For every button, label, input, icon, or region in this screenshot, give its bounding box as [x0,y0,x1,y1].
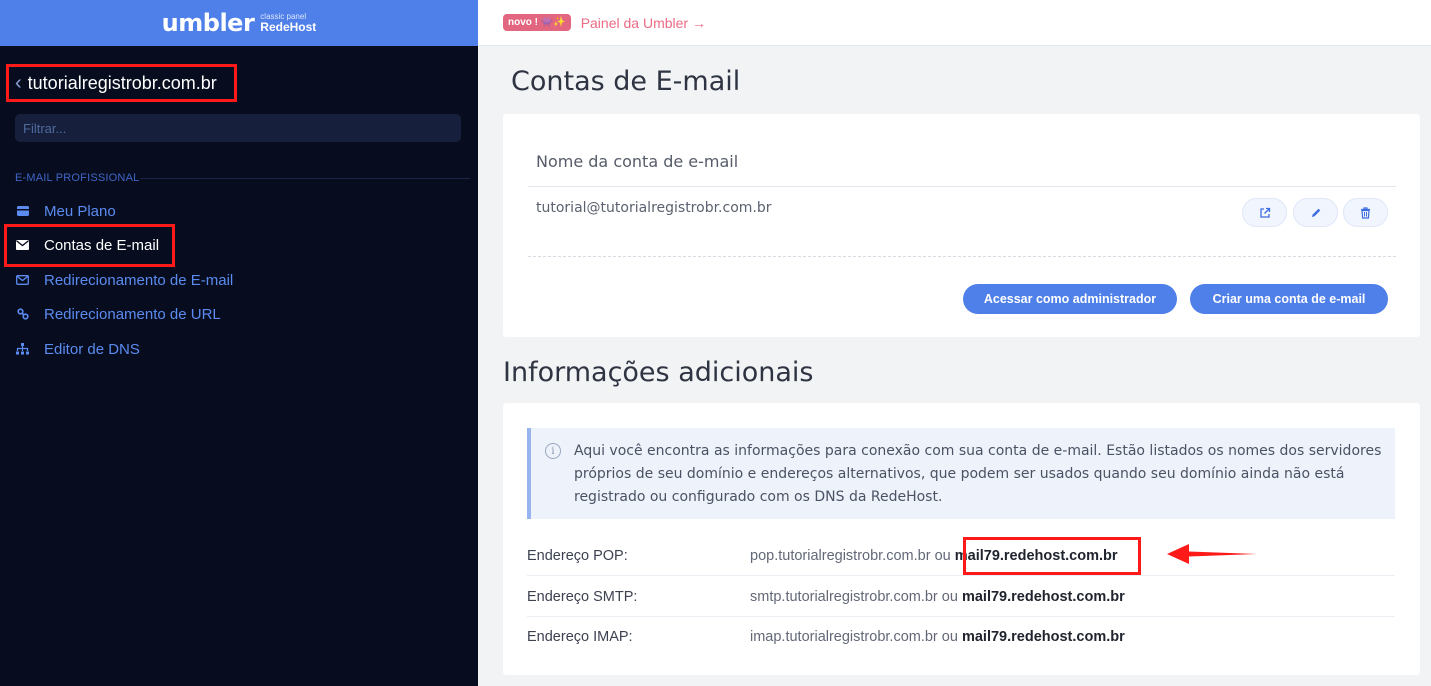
header-divider [528,186,1396,187]
smtp-or-text: ou [941,589,958,605]
pop-domain-host: pop.tutorialregistrobr.com.br [750,548,931,564]
create-email-account-button[interactable]: Criar uma conta de e-mail [1190,284,1388,314]
pop-label: Endereço POP: [527,548,628,564]
sidebar-item-redirecionamento-email[interactable]: Redirecionamento de E-mail [15,268,233,292]
edit-account-button[interactable] [1293,198,1338,227]
admin-access-button[interactable]: Acessar como administrador [963,284,1177,314]
pop-or-text: ou [934,548,951,564]
info-notice: i Aqui você encontra as informações para… [527,428,1395,519]
sidebar-item-editor-dns[interactable]: Editor de DNS [15,337,140,361]
chevron-left-icon[interactable]: ‹ [15,73,22,93]
sidebar-item-redirecionamento-url[interactable]: Redirecionamento de URL [15,302,221,326]
link-icon [15,308,30,320]
email-accounts-card: Nome da conta de e-mail tutorial@tutoria… [503,114,1420,337]
imap-value: imap.tutorialregistrobr.com.br ou mail79… [750,629,1125,645]
additional-info-title: Informações adicionais [503,357,814,388]
email-account-address: tutorial@tutorialregistrobr.com.br [536,200,772,216]
section-label: E-MAIL PROFISSIONAL [15,172,140,184]
annotation-highlight-box [963,537,1141,575]
topbar: novo ! 👾✨ Painel da Umbler → [478,0,1431,46]
card-icon [15,206,30,216]
sidebar-item-label: Editor de DNS [44,340,140,358]
sidebar-item-contas-de-email[interactable]: Contas de E-mail [15,233,159,257]
trash-icon [1361,206,1370,219]
sidebar-item-label: Contas de E-mail [44,236,160,254]
smtp-alt-host: mail79.redehost.com.br [961,589,1125,605]
pencil-icon [1311,208,1320,217]
sidebar-item-label: Meu Plano [44,202,116,220]
umbler-panel-link[interactable]: Painel da Umbler → [581,15,706,31]
sidebar-item-label: Redirecionamento de URL [44,305,221,323]
novo-badge[interactable]: novo ! 👾✨ [503,14,571,31]
smtp-domain-host: smtp.tutorialregistrobr.com.br [750,589,938,605]
domain-header[interactable]: ‹ tutorialregistrobr.com.br [6,64,237,102]
sitemap-icon [15,343,30,355]
annotation-arrow-icon [1167,544,1257,564]
section-divider [140,178,470,179]
brand-redehost-label: RedeHost [260,20,317,34]
info-icon: i [545,443,561,459]
smtp-label: Endereço SMTP: [527,589,638,605]
smtp-address-row: Endereço SMTP: smtp.tutorialregistrobr.c… [527,577,1395,617]
open-webmail-button[interactable] [1242,198,1287,227]
delete-account-button[interactable] [1343,198,1388,227]
umbler-logo[interactable]: umbler [162,9,255,37]
page-title: Contas de E-mail [511,66,741,97]
filter-input[interactable] [15,114,461,142]
external-link-icon [1259,207,1270,218]
sidebar-item-label: Redirecionamento de E-mail [44,271,234,289]
pop-address-row: Endereço POP: pop.tutorialregistrobr.com… [527,536,1395,576]
sidebar-item-meu-plano[interactable]: Meu Plano [15,199,116,223]
info-notice-text: Aqui você encontra as informações para c… [574,443,1382,505]
additional-info-card: i Aqui você encontra as informações para… [503,403,1420,675]
dashed-divider [528,256,1396,257]
column-header-account-name: Nome da conta de e-mail [536,152,739,171]
envelope-outline-icon [15,275,30,285]
imap-label: Endereço IMAP: [527,629,633,645]
brand-bar: umbler classic panel RedeHost [0,0,478,46]
imap-or-text: ou [941,629,958,645]
imap-address-row: Endereço IMAP: imap.tutorialregistrobr.c… [527,617,1395,657]
smtp-value: smtp.tutorialregistrobr.com.br ou mail79… [750,589,1125,605]
imap-alt-host: mail79.redehost.com.br [961,629,1125,645]
imap-domain-host: imap.tutorialregistrobr.com.br [750,629,938,645]
sidebar: umbler classic panel RedeHost ‹ tutorial… [0,0,478,686]
envelope-icon [15,240,30,250]
domain-title: tutorialregistrobr.com.br [27,72,217,93]
brand-subtitle: classic panel RedeHost [260,13,317,34]
